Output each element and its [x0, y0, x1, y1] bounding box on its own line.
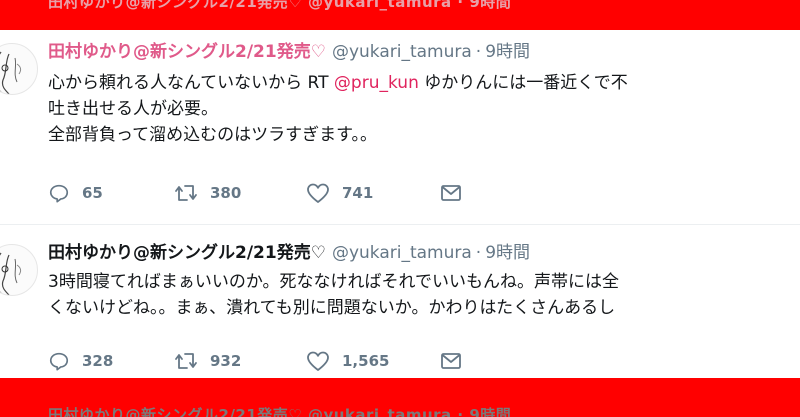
heart-icon	[307, 351, 329, 371]
timestamp[interactable]: 9時間	[485, 42, 530, 62]
tweet-line: 心から頼れる人なんていないから RT @pru_kun ゆかりんには一番近くで不	[48, 70, 628, 96]
retweet-icon	[175, 185, 197, 201]
retweet-count: 380	[210, 184, 242, 202]
tweet-line-text: 心から頼れる人なんていないから RT	[48, 73, 334, 93]
envelope-icon	[441, 185, 461, 201]
timestamp[interactable]: 9時間	[485, 243, 530, 263]
previous-tweet-header: 田村ゆかり@新シングル2/21発売♡ @yukari_tamura · 9時間	[48, 0, 512, 11]
direct-message-button[interactable]	[440, 181, 474, 205]
like-count: 741	[342, 184, 374, 202]
reply-count: 328	[82, 352, 114, 370]
tweet-line: 全部背負って溜め込むのはツラすぎます。。	[48, 125, 377, 145]
like-button[interactable]: 1,565	[306, 349, 389, 373]
like-button[interactable]: 741	[306, 181, 373, 205]
tweet-line: 3時間寝てればまぁいいのか。死ななければそれでいいもんね。声帯には全	[48, 272, 619, 292]
user-handle[interactable]: @yukari_tamura	[332, 42, 472, 62]
direct-message-button[interactable]	[440, 349, 474, 373]
display-name[interactable]: 田村ゆかり@新シングル2/21発売♡	[48, 42, 326, 62]
avatar[interactable]	[0, 244, 38, 296]
retweet-button[interactable]: 380	[174, 181, 241, 205]
reply-icon	[49, 184, 69, 203]
separator-dot: ·	[475, 42, 482, 62]
retweet-icon	[175, 353, 197, 369]
tweet-line: 吐き出せる人が必要。	[48, 99, 218, 119]
retweet-button[interactable]: 932	[174, 349, 241, 373]
envelope-icon	[441, 353, 461, 369]
tweet-text: 3時間寝てればまぁいいのか。死ななければそれでいいもんね。声帯には全 くないけど…	[48, 269, 619, 321]
tweet-line-text: ゆかりんには一番近くで不	[418, 73, 628, 93]
tweet-divider	[0, 224, 800, 225]
tweet-header: 田村ゆかり@新シングル2/21発売♡ @yukari_tamura · 9時間	[48, 242, 530, 264]
separator-dot: ·	[475, 243, 482, 263]
user-handle[interactable]: @yukari_tamura	[332, 243, 472, 263]
reply-button[interactable]: 328	[48, 349, 113, 373]
heart-icon	[307, 183, 329, 203]
mention-link[interactable]: @pru_kun	[334, 73, 419, 93]
tweet-line: くないけどね。。まぁ、潰れても別に問題ないか。かわりはたくさんあるし	[48, 298, 616, 318]
display-name[interactable]: 田村ゆかり@新シングル2/21発売♡	[48, 243, 326, 263]
tweet[interactable]: 田村ゆかり@新シングル2/21発売♡ @yukari_tamura · 9時間 3時間…	[0, 232, 800, 378]
like-count: 1,565	[342, 352, 390, 370]
tweet[interactable]: 田村ゆかり@新シングル2/21発売♡ @yukari_tamura · 9時間 心から…	[0, 31, 800, 217]
retweet-count: 932	[210, 352, 242, 370]
avatar[interactable]	[0, 43, 38, 95]
tweet-header: 田村ゆかり@新シングル2/21発売♡ @yukari_tamura · 9時間	[48, 41, 530, 63]
reply-button[interactable]: 65	[48, 181, 103, 205]
next-tweet-header: 田村ゆかり@新シングル2/21発売♡ @yukari_tamura · 9時間	[48, 406, 512, 417]
tweet-text: 心から頼れる人なんていないから RT @pru_kun ゆかりんには一番近くで不…	[48, 70, 628, 148]
reply-count: 65	[82, 184, 103, 202]
reply-icon	[49, 352, 69, 371]
